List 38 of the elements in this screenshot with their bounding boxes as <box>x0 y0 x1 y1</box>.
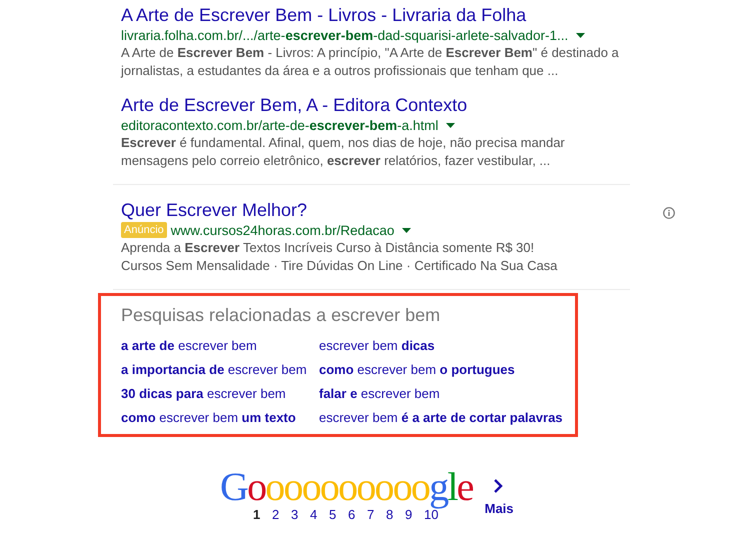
result-title[interactable]: A Arte de Escrever Bem - Livros - Livraria da Folha <box>121 4 526 26</box>
result-url: editoracontexto.com.br/arte-de-escrever-bem-a.html <box>121 118 438 132</box>
related-search-link[interactable]: escrever bem é a arte de cortar palavras <box>319 410 563 426</box>
page-link[interactable]: 7 <box>367 507 386 522</box>
result-snippet: Cursos Sem Mensalidade · Tire Dúvidas On Line · Certificado Na Sua Casa <box>121 257 558 275</box>
related-search-link[interactable]: falar e escrever bem <box>319 386 440 402</box>
page-link[interactable]: 9 <box>405 507 424 522</box>
related-search-link[interactable]: 30 dicas para escrever bem <box>121 386 286 402</box>
result-url: livraria.folha.com.br/.../arte-escrever-bem-dad-squarisi-arlete-salvador-1... <box>121 28 568 42</box>
related-heading: Pesquisas relacionadas a escrever bem <box>121 304 440 326</box>
related-search-link[interactable]: escrever bem dicas <box>319 338 435 354</box>
result-snippet: jornalistas, a estudantes da área e a outros profissionais que tenham que ... <box>121 62 558 80</box>
next-link[interactable]: Mais <box>484 501 514 516</box>
info-icon[interactable] <box>663 207 675 219</box>
chevron-right-icon[interactable] <box>492 479 503 493</box>
page-link[interactable]: 5 <box>329 507 348 522</box>
ad-badge: Anúncio <box>121 222 167 238</box>
page-link[interactable]: 6 <box>348 507 367 522</box>
related-search-link[interactable]: a importancia de escrever bem <box>121 362 307 378</box>
result-title[interactable]: Arte de Escrever Bem, A - Editora Contexto <box>121 94 468 116</box>
page-link[interactable]: 3 <box>291 507 310 522</box>
result-url: www.cursos24horas.com.br/Redacao <box>170 222 394 238</box>
logo: Goooooooooogle <box>220 467 473 507</box>
result-snippet: A Arte de Escrever Bem - Livros: A princípio, "A Arte de Escrever Bem" é destinado a <box>121 44 619 62</box>
page-link[interactable]: 1 <box>253 507 272 522</box>
page-link[interactable]: 8 <box>386 507 405 522</box>
result-snippet: Escrever é fundamental. Afinal, quem, nos dias de hoje, não precisa mandar <box>121 134 565 152</box>
caret-icon[interactable] <box>576 32 586 38</box>
page-link[interactable]: 4 <box>310 507 329 522</box>
caret-icon[interactable] <box>446 122 456 128</box>
caret-icon[interactable] <box>402 228 412 232</box>
result-title[interactable]: Quer Escrever Melhor? <box>121 199 308 221</box>
page-link[interactable]: 2 <box>272 507 291 522</box>
related-search-link[interactable]: a arte de escrever bem <box>121 338 257 354</box>
related-search-link[interactable]: como escrever bem o portugues <box>319 362 515 378</box>
result-snippet: Aprenda a Escrever Textos Incríveis Curso à Distância somente R$ 30! <box>121 239 534 257</box>
result-snippet: mensagens pelo correio eletrônico, escrever relatórios, fazer vestibular, ... <box>121 152 550 170</box>
related-search-link[interactable]: como escrever bem um texto <box>121 410 296 426</box>
